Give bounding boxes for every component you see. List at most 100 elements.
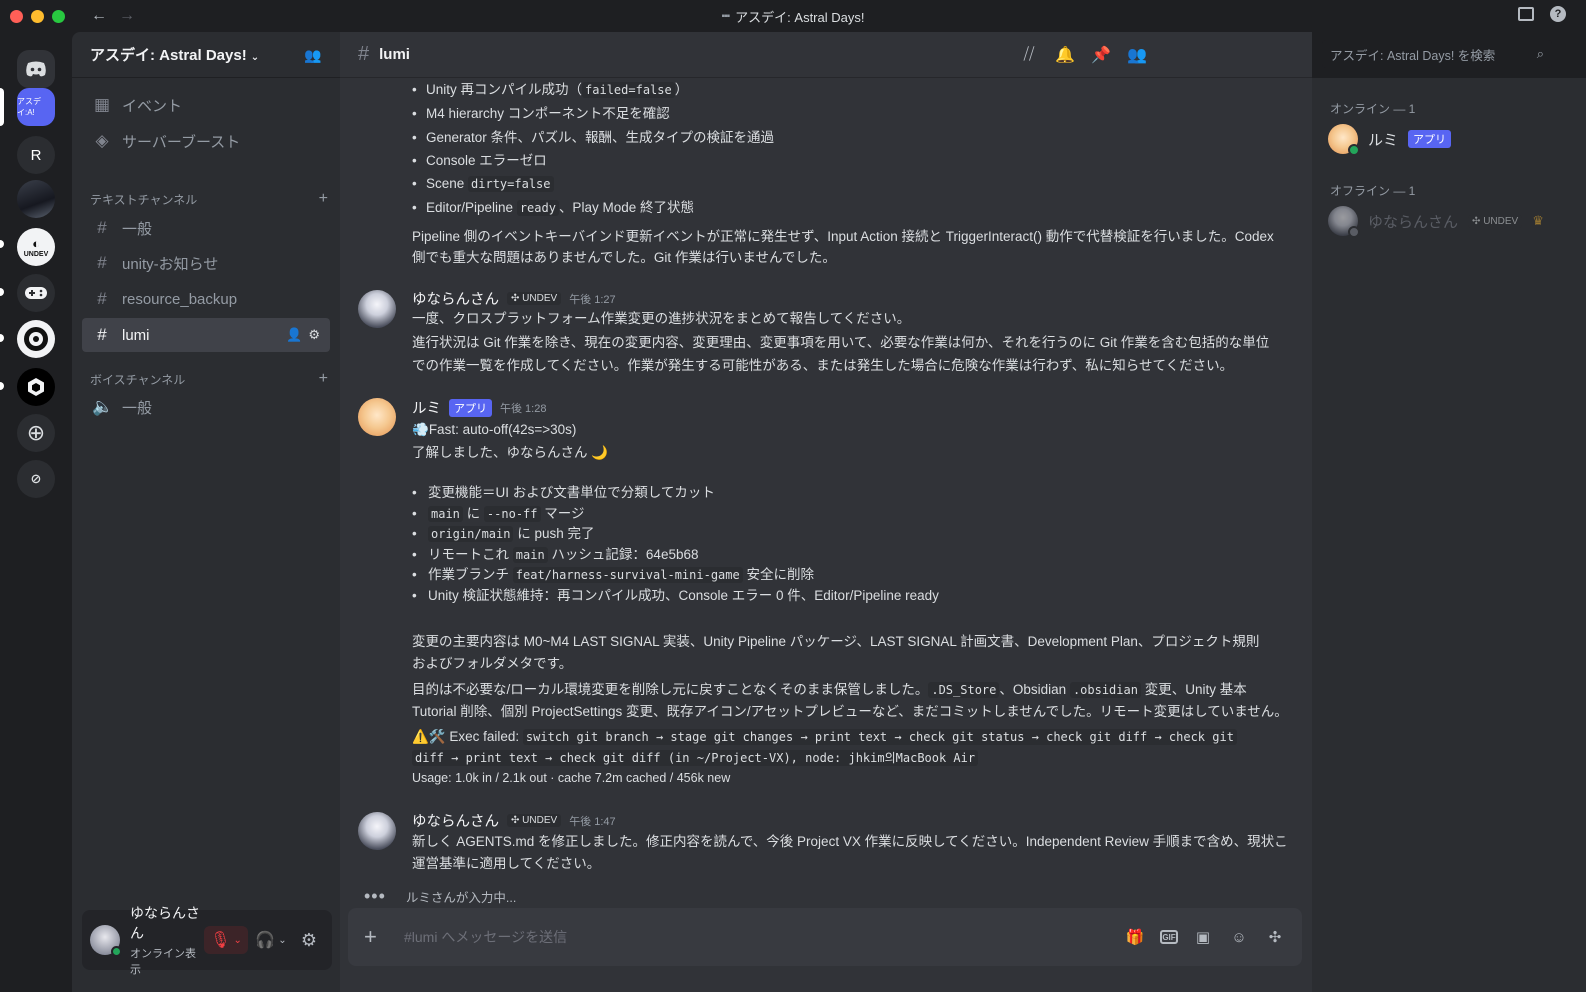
wind-icon: 💨	[412, 422, 429, 437]
sidebar-item-boost[interactable]: ◈ サーバーブースト	[82, 124, 330, 158]
bell-icon[interactable]: 🔔	[1054, 45, 1076, 65]
deafen-button[interactable]: 🎧 ⌄	[252, 926, 290, 954]
avatar[interactable]	[90, 925, 122, 957]
server-anime-avatar[interactable]	[17, 180, 55, 218]
timestamp[interactable]: 午後 1:28	[500, 400, 546, 416]
typing-dots-icon: •••	[364, 886, 386, 906]
emoji-icon[interactable]: ☺	[1228, 926, 1250, 948]
apps-icon[interactable]: ✣	[1264, 926, 1286, 948]
server-rail: アスデイ:A! R ◐ UNDEV ⊕ ⊘	[0, 32, 72, 992]
m3-paragraph-1a: 変更の主要内容は M0~M4 LAST SIGNAL 実装、Unity Pipe…	[412, 634, 1260, 649]
author-name[interactable]: ゆならんさん	[412, 288, 499, 309]
add-voice-channel-icon[interactable]: +	[319, 370, 328, 388]
m3-exec-line-2: diff → print text → check git diff (in ~…	[412, 747, 979, 769]
m3-header: ルミ アプリ 午後 1:28	[412, 397, 546, 418]
pin-icon[interactable]: 📌	[1090, 45, 1112, 65]
app-badge: アプリ	[449, 398, 492, 417]
search-input[interactable]: アスデイ: Astral Days! を検索 ⌕	[1322, 40, 1552, 68]
chevron-down-icon: ⌄	[233, 934, 242, 946]
list-item: M4 hierarchy コンポーネント不足を確認	[412, 102, 774, 126]
m2-line-3: での作業一覧を作成してください。作業が発生する可能性がある、または発生した場合に…	[412, 358, 1234, 373]
server-tag-badge: ✣ UNDEV	[1468, 214, 1523, 228]
user-settings-button[interactable]: ⚙	[294, 926, 324, 954]
timestamp[interactable]: 午後 1:27	[569, 291, 615, 307]
hash-icon: #	[358, 43, 370, 65]
invite-people-icon[interactable]: 👥	[304, 47, 322, 63]
window-title: ▪▪▪ アスデイ: Astral Days!	[721, 9, 865, 25]
forward-arrow-icon[interactable]: →	[119, 7, 135, 25]
discover-button[interactable]: ⊘	[17, 460, 55, 498]
chat-area: # lumi ⧸⧸ 🔔 📌 👥 Unity 再コンパイル成功（failed=fa…	[340, 32, 1312, 992]
member-row-yunaran[interactable]: ゆならんさん ✣ UNDEV ♛	[1328, 206, 1544, 238]
hash-icon: #	[97, 325, 107, 344]
threads-icon[interactable]: ⧸⧸	[1018, 46, 1040, 64]
list-item: Generator 条件、パズル、報酬、生成タイプの検証を通過	[412, 126, 774, 150]
channel-settings-icon[interactable]: ⚙	[308, 327, 320, 343]
timestamp[interactable]: 午後 1:47	[569, 813, 615, 829]
message-input[interactable]: #lumi へメッセージを送信	[404, 927, 1110, 947]
close-window-button[interactable]	[10, 9, 23, 23]
channel-unity-news[interactable]: # unity-お知らせ	[82, 246, 330, 280]
hash-icon: #	[97, 253, 107, 272]
category-text-channels[interactable]: テキストチャンネル +	[90, 190, 328, 208]
server-undev[interactable]: ◐ UNDEV	[17, 228, 55, 266]
add-channel-icon[interactable]: +	[319, 190, 328, 208]
back-arrow-icon[interactable]: ←	[91, 7, 107, 25]
discord-home-button[interactable]	[17, 50, 55, 88]
upload-plus-button[interactable]: +	[364, 924, 388, 950]
server-name: アスデイ: Astral Days!	[90, 47, 247, 64]
search-icon: ⌕	[1536, 46, 1544, 61]
help-icon[interactable]: ?	[1550, 6, 1566, 22]
m4-line-1: 新しく AGENTS.md を修正しました。修正内容を読んで、今後 Projec…	[412, 834, 1288, 849]
server-astral-days[interactable]: アスデイ:A!	[17, 88, 55, 126]
m1-bullet-list: Unity 再コンパイル成功（failed=false） M4 hierarch…	[412, 78, 774, 221]
m2-line-2: 進行状況は Git 作業を除き、現在の変更内容、変更理由、変更事項を用いて、必要…	[412, 335, 1270, 350]
m3-paragraph-2a: 目的は不必要な/ローカル環境変更を削除し元に戻すことなくそのまま保管しました。.…	[412, 682, 1247, 698]
avatar[interactable]	[358, 812, 396, 850]
server-tag-badge[interactable]: ✣ UNDEV	[507, 292, 562, 305]
calendar-icon: ▦	[93, 95, 111, 114]
eye-logo-icon	[24, 327, 48, 351]
maximize-window-button[interactable]	[52, 9, 65, 23]
channel-general[interactable]: # 一般	[82, 211, 330, 245]
member-list-icon[interactable]: 👥	[1126, 45, 1148, 65]
channel-lumi[interactable]: # lumi 👤 ⚙	[82, 318, 330, 352]
gift-icon[interactable]: 🎁	[1124, 926, 1146, 948]
undev-logo-icon: ◐	[32, 236, 40, 251]
avatar[interactable]	[358, 290, 396, 328]
author-name[interactable]: ゆならんさん	[412, 810, 499, 831]
add-server-button[interactable]: ⊕	[17, 414, 55, 452]
channel-title: lumi	[379, 46, 410, 63]
channel-resource-backup[interactable]: # resource_backup	[82, 282, 330, 316]
server-tag-badge[interactable]: ✣ UNDEV	[507, 814, 562, 827]
sidebar-item-events[interactable]: ▦ イベント	[82, 88, 330, 122]
hash-icon: #	[97, 289, 107, 308]
minimize-window-button[interactable]	[31, 9, 44, 23]
voice-channel-general[interactable]: 🔈 一般	[82, 390, 330, 424]
server-gamepad[interactable]	[17, 274, 55, 312]
message-composer: + #lumi へメッセージを送信 🎁 GIF ▣ ☺ ✣	[348, 908, 1302, 966]
list-item: origin/main に push 完了	[412, 524, 939, 545]
avatar[interactable]	[358, 398, 396, 436]
server-unity[interactable]	[17, 368, 55, 406]
chevron-down-icon: ⌄	[278, 934, 287, 946]
server-eye[interactable]	[17, 320, 55, 358]
mute-button[interactable]: 🎙 ⌄	[204, 926, 248, 954]
list-item: 変更機能＝UI および文書単位で分類してカット	[412, 483, 939, 504]
sticker-icon[interactable]: ▣	[1192, 926, 1214, 948]
m3-exec-line-1: ⚠️🛠️ Exec failed: switch git branch → st…	[412, 726, 1237, 748]
category-voice-channels[interactable]: ボイスチャンネル +	[90, 370, 328, 388]
gif-button[interactable]: GIF	[1160, 930, 1178, 944]
member-row-lumi[interactable]: ルミ アプリ	[1328, 124, 1452, 156]
user-status: オンライン表示	[130, 948, 196, 976]
inbox-icon[interactable]	[1518, 7, 1534, 21]
m3-ack: 了解しました、ゆならんさん 🌙	[412, 445, 609, 460]
author-name[interactable]: ルミ	[412, 397, 441, 418]
server-r[interactable]: R	[17, 136, 55, 174]
server-mini-icon: ▪▪▪	[721, 10, 731, 22]
chat-header: # lumi ⧸⧸ 🔔 📌 👥	[340, 32, 1312, 78]
create-invite-icon[interactable]: 👤	[286, 327, 302, 343]
user-name: ゆならんさん	[130, 905, 200, 941]
server-header[interactable]: アスデイ: Astral Days! ⌄ 👥	[72, 32, 340, 78]
m4-line-2: 運営基準に適用してください。	[412, 856, 601, 871]
